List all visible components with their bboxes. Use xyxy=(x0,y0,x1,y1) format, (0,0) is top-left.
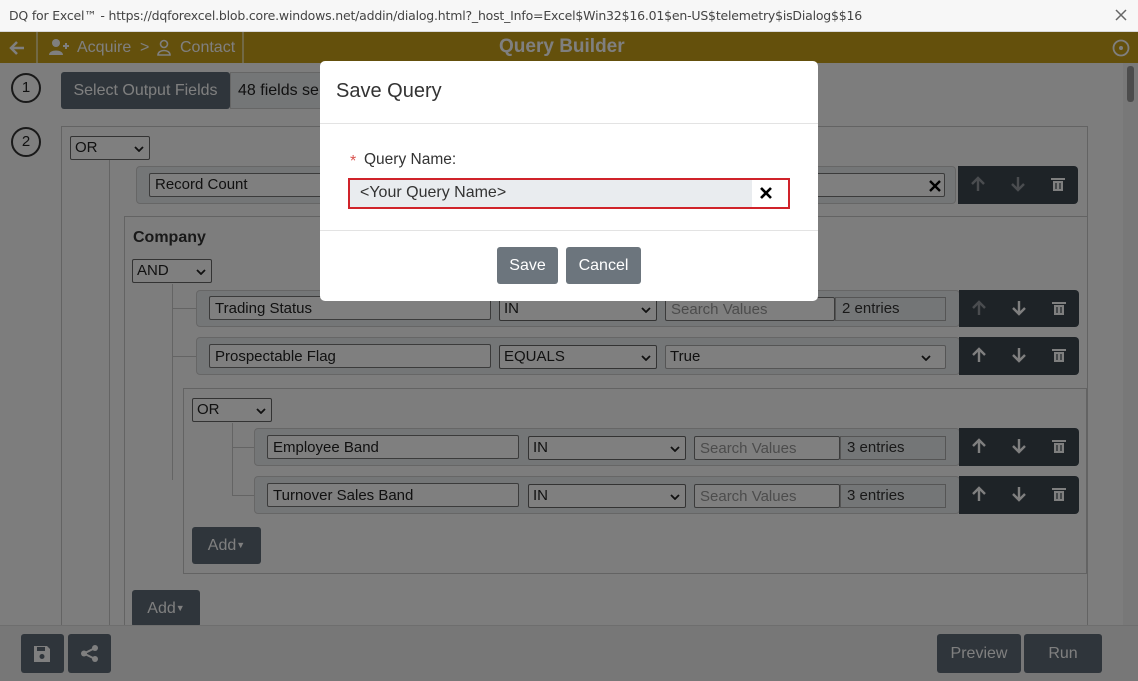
query-name-field: <Your Query Name> xyxy=(348,178,790,209)
dialog-title: Save Query xyxy=(336,80,442,102)
save-query-dialog: Save Query * Query Name: <Your Query Nam… xyxy=(320,61,818,301)
query-name-input[interactable]: <Your Query Name> xyxy=(350,180,752,207)
save-button[interactable]: Save xyxy=(497,247,558,284)
dialog-header: Save Query xyxy=(320,61,818,124)
query-name-label: Query Name: xyxy=(364,151,457,168)
dialog-divider xyxy=(320,230,818,231)
required-marker: * xyxy=(350,153,357,170)
window-title-bar: DQ for Excel™ - https://dqforexcel.blob.… xyxy=(0,0,1138,32)
cancel-button[interactable]: Cancel xyxy=(566,247,641,284)
window-title: DQ for Excel™ - https://dqforexcel.blob.… xyxy=(9,8,863,23)
close-icon[interactable] xyxy=(1114,8,1128,22)
clear-icon[interactable] xyxy=(758,185,774,201)
